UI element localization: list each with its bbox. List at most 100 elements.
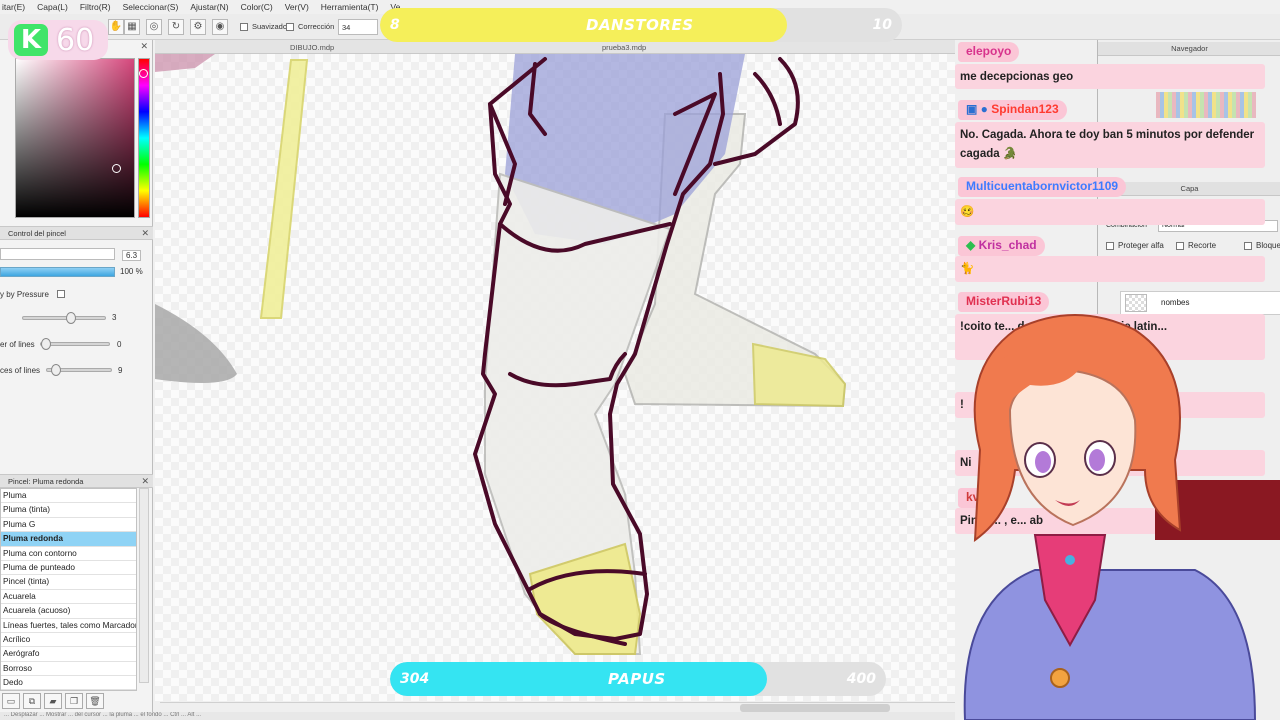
slider1-thumb[interactable] (66, 312, 76, 324)
badge-icon: ▣ ● (966, 102, 992, 116)
brush-panel-actions: ▭ ⧉ ▰ ❐ 🗑 (0, 691, 150, 711)
goal-bar-bottom: 304 PAPUS 400 (390, 662, 886, 696)
tab-prueba3[interactable]: prueba3.mdp (602, 43, 646, 52)
correction-input[interactable]: 34 (338, 19, 378, 35)
scrollbar-thumb[interactable] (740, 704, 890, 712)
back-boot-tip (751, 342, 847, 408)
color-saturation-box[interactable] (15, 58, 135, 218)
new-brush-icon[interactable]: ▭ (2, 693, 20, 709)
slider2-thumb[interactable] (41, 338, 51, 350)
kick-logo-icon: K (14, 24, 48, 56)
brush-item[interactable]: Pluma (1, 489, 136, 504)
hue-picker-ring[interactable] (139, 69, 148, 78)
duplicate-icon[interactable]: ❐ (65, 693, 83, 709)
brush-item[interactable]: Pincel (tinta) (1, 575, 136, 590)
brush-item[interactable]: Dedo (1, 676, 136, 691)
slider2-track[interactable] (40, 338, 110, 350)
brush-control-header: Control del pincel ✕ (0, 226, 153, 240)
menu-item[interactable]: Color(C) (241, 2, 273, 12)
brush-item[interactable]: Acuarela (1, 590, 136, 605)
brush-item[interactable]: Aerógrafo (1, 647, 136, 662)
slider3-track[interactable] (46, 364, 112, 376)
brush-item[interactable]: Pluma de punteado (1, 561, 136, 576)
chat-message: No. Cagada. Ahora te doy ban 5 minutos p… (955, 122, 1265, 168)
chat-username-text: Spindan123 (991, 102, 1059, 116)
grid-button[interactable]: ▦ (124, 19, 140, 35)
hue-bar[interactable] (138, 58, 150, 218)
menu-item[interactable]: itar(E) (2, 2, 25, 12)
brush-item[interactable]: Pluma con contorno (1, 547, 136, 561)
goal-bar-top: 8 DANSTORES 10 (380, 8, 902, 42)
slider1-track[interactable] (22, 312, 106, 324)
menu-item[interactable]: Seleccionar(S) (123, 2, 179, 12)
menu-item[interactable]: Ver(V) (285, 2, 309, 12)
artwork (155, 54, 847, 655)
kick-counter-badge: K 60 (8, 20, 108, 60)
rotate-button[interactable]: ↻ (168, 19, 184, 35)
brush-control-title: Control del pincel (8, 229, 66, 238)
goal-top-fill (380, 8, 788, 42)
menu-item[interactable]: Filtro(R) (80, 2, 111, 12)
menu-item[interactable]: Herramienta(T) (321, 2, 379, 12)
snap-button[interactable]: ◎ (146, 19, 162, 35)
clip-checkbox[interactable] (1176, 242, 1184, 250)
goal-bottom-name: PAPUS (608, 670, 666, 688)
size-value[interactable]: 6.3 (122, 250, 142, 261)
close-brush-panel-icon[interactable]: ✕ (141, 476, 149, 487)
chat-message: 🥴 (955, 199, 1265, 225)
chat-username: ▣ ● Spindan123 (958, 100, 1067, 120)
lock-checkbox[interactable] (1244, 242, 1252, 250)
staff-shape (259, 59, 309, 319)
brush-panel-header: Pincel: Pluma redonda ✕ (0, 474, 153, 488)
correction-label: Corrección (298, 22, 335, 31)
slider3-label: ces of lines (0, 366, 41, 375)
brush-item[interactable]: Pluma G (1, 518, 136, 533)
copy-brush-icon[interactable]: ⧉ (23, 693, 41, 709)
brush-item[interactable]: Líneas fuertes, tales como Marcador (1, 619, 136, 633)
canvas-horizontal-scrollbar[interactable] (160, 702, 955, 712)
brush-panel-title: Pincel: Pluma redonda (8, 477, 84, 486)
tab-dibujo[interactable]: DIBUJO.mdp (290, 43, 334, 52)
goal-bottom-start: 304 (400, 671, 430, 687)
navigator-thumbnail[interactable] (1156, 92, 1256, 118)
close-color-icon[interactable]: ✕ (140, 41, 148, 52)
protect-alpha-checkbox[interactable] (1106, 242, 1114, 250)
close-brush-control-icon[interactable]: ✕ (141, 228, 149, 239)
brush-item[interactable]: Acuarela (acuoso) (1, 604, 136, 619)
correction-checkbox[interactable] (286, 23, 294, 31)
right-iris (1089, 449, 1105, 471)
avatar-body (963, 569, 1257, 720)
hand-tool-button[interactable]: ✋ (108, 19, 124, 35)
folder-icon[interactable]: ▰ (44, 693, 62, 709)
scarf-gem (1065, 555, 1075, 565)
brush-list-scrollbar[interactable] (139, 488, 149, 683)
opacity-bar[interactable] (0, 267, 115, 277)
diamond-icon: ◆ (966, 238, 979, 252)
slider3-thumb[interactable] (51, 364, 61, 376)
status-bar: ... Desplazar ... Mostrar ... del cursor… (0, 712, 955, 720)
smoothing-checkbox[interactable] (240, 23, 248, 31)
menu-item[interactable]: Ajustar(N) (190, 2, 228, 12)
size-track[interactable] (0, 248, 115, 260)
target-button[interactable]: ◉ (212, 19, 228, 35)
smoothing-label: Suavizado (252, 22, 288, 31)
chat-username: ◆ Kris_chad (958, 236, 1045, 256)
slider2-label: er of lines (0, 340, 35, 349)
drawing-canvas[interactable] (155, 54, 955, 701)
pressure-checkbox[interactable] (57, 290, 65, 298)
chat-username: Multicuentabornvictor1109 (958, 177, 1127, 197)
lock-label: Bloque (1256, 241, 1280, 250)
brush-item[interactable]: Pluma redonda (1, 532, 136, 547)
navigator-header: Navegador (1098, 42, 1280, 56)
brush-item[interactable]: Borroso (1, 662, 136, 677)
color-picker-ring[interactable] (112, 164, 121, 173)
menu-item[interactable]: Capa(L) (37, 2, 68, 12)
trash-icon[interactable]: 🗑 (86, 693, 104, 709)
settings-button[interactable]: ⚙ (190, 19, 206, 35)
brush-item[interactable]: Acrílico (1, 633, 136, 648)
kick-counter: 60 (56, 23, 95, 58)
goal-top-start: 8 (390, 17, 400, 33)
goal-bottom-fill (390, 662, 767, 696)
pink-shape-top (155, 54, 215, 72)
brush-item[interactable]: Pluma (tinta) (1, 503, 136, 518)
